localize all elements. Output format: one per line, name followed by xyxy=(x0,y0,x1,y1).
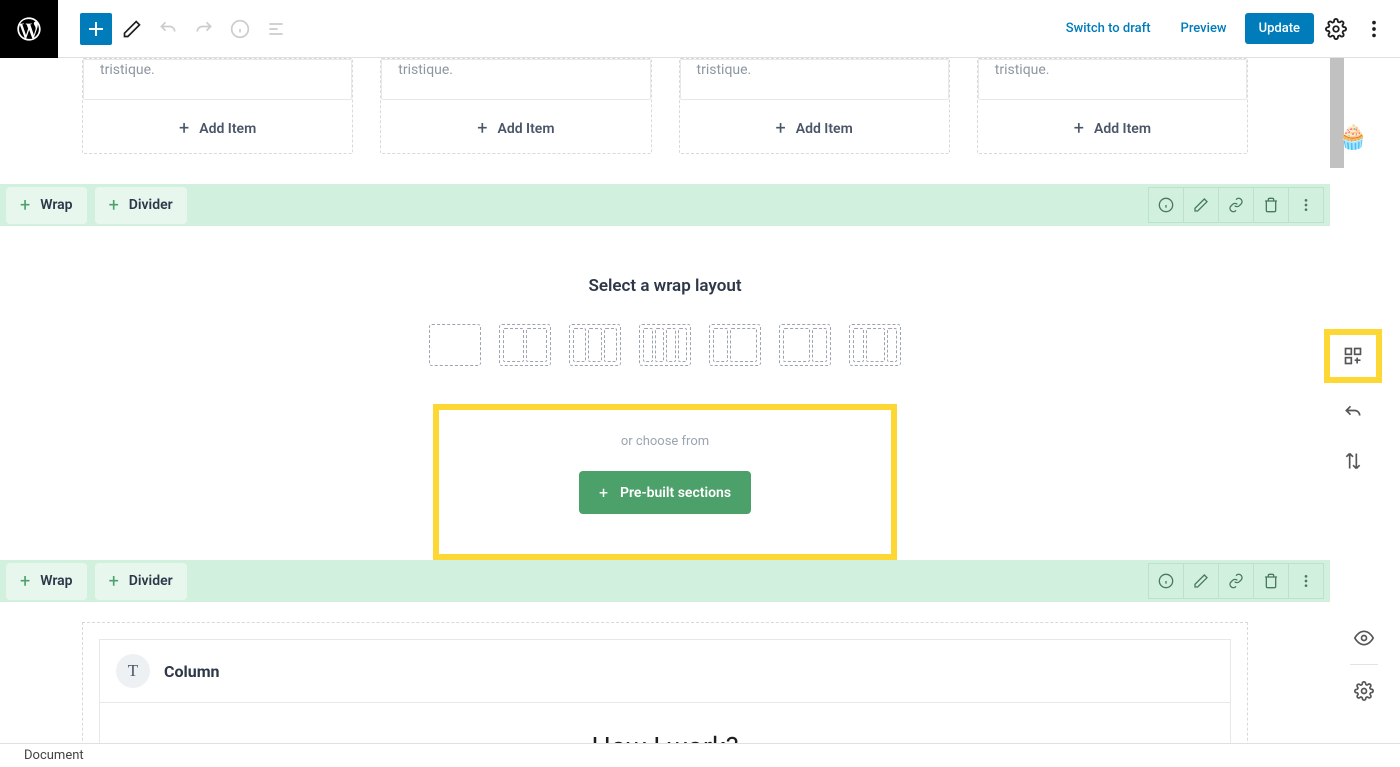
redo-button xyxy=(188,13,220,45)
add-item-button[interactable]: + Add Item xyxy=(680,100,949,139)
plus-icon: + xyxy=(1074,118,1084,139)
column-type-badge: T xyxy=(116,654,150,688)
cupcake-icon[interactable]: 🧁 xyxy=(1338,123,1368,151)
edit-icon[interactable] xyxy=(1183,563,1219,599)
info-button xyxy=(224,13,256,45)
divider-label: Divider xyxy=(129,197,173,213)
add-item-label: Add Item xyxy=(796,121,853,137)
delete-icon[interactable] xyxy=(1253,187,1289,223)
item-text: tristique. xyxy=(697,60,932,81)
plus-icon: + xyxy=(599,483,608,502)
item-text: tristique. xyxy=(100,60,335,81)
undo-side-icon[interactable] xyxy=(1335,395,1371,431)
prebuilt-highlight: or choose from + Pre-built sections xyxy=(433,404,897,560)
grid-item[interactable]: tristique. + Add Item xyxy=(977,58,1248,154)
link-icon[interactable] xyxy=(1218,187,1254,223)
add-item-label: Add Item xyxy=(1094,121,1151,137)
grid-item[interactable]: tristique. + Add Item xyxy=(82,58,353,154)
divider-label: Divider xyxy=(129,573,173,589)
info-icon[interactable] xyxy=(1148,563,1184,599)
layout-2col[interactable] xyxy=(499,324,551,366)
undo-button xyxy=(152,13,184,45)
wrap-label: Wrap xyxy=(40,573,72,589)
item-text: tristique. xyxy=(995,60,1230,81)
column-label: Column xyxy=(164,662,220,681)
layout-1-2-1[interactable] xyxy=(849,324,901,366)
grid-item[interactable]: tristique. + Add Item xyxy=(380,58,651,154)
plus-icon: + xyxy=(477,118,487,139)
add-item-button[interactable]: + Add Item xyxy=(978,100,1247,139)
status-document[interactable]: Document xyxy=(24,748,84,763)
more-icon[interactable] xyxy=(1288,563,1324,599)
wrap-button[interactable]: + Wrap xyxy=(6,187,87,224)
layout-4col[interactable] xyxy=(639,324,691,366)
choose-from-text: or choose from xyxy=(579,434,751,449)
plus-icon: + xyxy=(179,118,189,139)
add-item-button[interactable]: + Add Item xyxy=(83,100,352,139)
divider-button[interactable]: + Divider xyxy=(95,187,187,224)
sort-side-icon[interactable] xyxy=(1335,443,1371,479)
wrap-layout-title: Select a wrap layout xyxy=(0,276,1330,296)
add-item-label: Add Item xyxy=(497,121,554,137)
layout-1col[interactable] xyxy=(429,324,481,366)
outline-button xyxy=(260,13,292,45)
update-button[interactable]: Update xyxy=(1245,13,1314,44)
divider-button[interactable]: + Divider xyxy=(95,563,187,600)
prebuilt-sections-button[interactable]: + Pre-built sections xyxy=(579,471,751,514)
column-heading[interactable]: How I work? xyxy=(100,703,1230,743)
prebuilt-label: Pre-built sections xyxy=(620,485,731,501)
more-icon[interactable] xyxy=(1288,187,1324,223)
layout-2-1[interactable] xyxy=(779,324,831,366)
settings-side-icon[interactable] xyxy=(1346,673,1382,709)
grid-item[interactable]: tristique. + Add Item xyxy=(679,58,950,154)
layout-panel-button[interactable] xyxy=(1324,329,1382,383)
plus-icon: + xyxy=(20,571,30,592)
edit-mode-icon[interactable] xyxy=(116,13,148,45)
more-options-icon[interactable] xyxy=(1358,13,1390,45)
delete-icon[interactable] xyxy=(1253,563,1289,599)
plus-icon: + xyxy=(776,118,786,139)
wrap-label: Wrap xyxy=(40,197,72,213)
column-wrapper[interactable]: T Column How I work? xyxy=(82,622,1248,743)
plus-icon: + xyxy=(20,195,30,216)
preview-button[interactable]: Preview xyxy=(1169,15,1239,42)
info-icon[interactable] xyxy=(1148,187,1184,223)
switch-to-draft-button[interactable]: Switch to draft xyxy=(1054,15,1163,42)
link-icon[interactable] xyxy=(1218,563,1254,599)
layout-1-2[interactable] xyxy=(709,324,761,366)
plus-icon: + xyxy=(109,571,119,592)
layout-3col[interactable] xyxy=(569,324,621,366)
wrap-button[interactable]: + Wrap xyxy=(6,563,87,600)
add-item-button[interactable]: + Add Item xyxy=(381,100,650,139)
plus-icon: + xyxy=(109,195,119,216)
preview-side-icon[interactable] xyxy=(1346,620,1382,656)
add-item-label: Add Item xyxy=(199,121,256,137)
add-block-button[interactable] xyxy=(80,13,112,45)
edit-icon[interactable] xyxy=(1183,187,1219,223)
wordpress-logo[interactable] xyxy=(0,0,58,58)
item-text: tristique. xyxy=(398,60,633,81)
settings-icon[interactable] xyxy=(1320,13,1352,45)
